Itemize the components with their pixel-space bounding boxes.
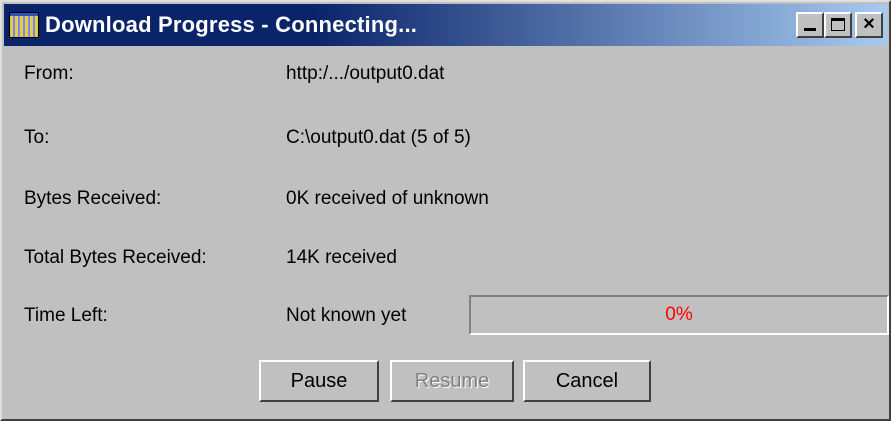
progress-percent-text: 0% (665, 304, 693, 325)
minimize-button[interactable] (796, 12, 824, 38)
close-icon: × (863, 13, 875, 35)
time-left-value: Not known yet (286, 305, 407, 326)
minimize-icon (804, 28, 816, 31)
from-label: From: (24, 63, 74, 84)
download-progress-bar: 0% (469, 295, 889, 335)
bytes-received-label: Bytes Received: (24, 188, 162, 209)
total-bytes-received-value: 14K received (286, 247, 397, 268)
from-value: http:/.../output0.dat (286, 63, 445, 84)
close-button[interactable]: × (855, 12, 883, 38)
time-left-label: Time Left: (24, 305, 108, 326)
bytes-received-value: 0K received of unknown (286, 188, 489, 209)
title-bar[interactable]: Download Progress - Connecting... × (4, 4, 887, 46)
app-icon (9, 12, 39, 38)
cancel-button[interactable]: Cancel (523, 360, 651, 402)
maximize-button[interactable] (824, 12, 852, 38)
download-progress-window: Download Progress - Connecting... × From… (0, 0, 891, 421)
maximize-icon (831, 18, 845, 31)
resume-button[interactable]: Resume (390, 360, 514, 402)
caption-buttons: × (796, 12, 883, 38)
window-title: Download Progress - Connecting... (45, 12, 418, 37)
to-value: C:\output0.dat (5 of 5) (286, 127, 471, 148)
total-bytes-received-label: Total Bytes Received: (24, 247, 207, 268)
to-label: To: (24, 127, 50, 148)
pause-button[interactable]: Pause (259, 360, 379, 402)
